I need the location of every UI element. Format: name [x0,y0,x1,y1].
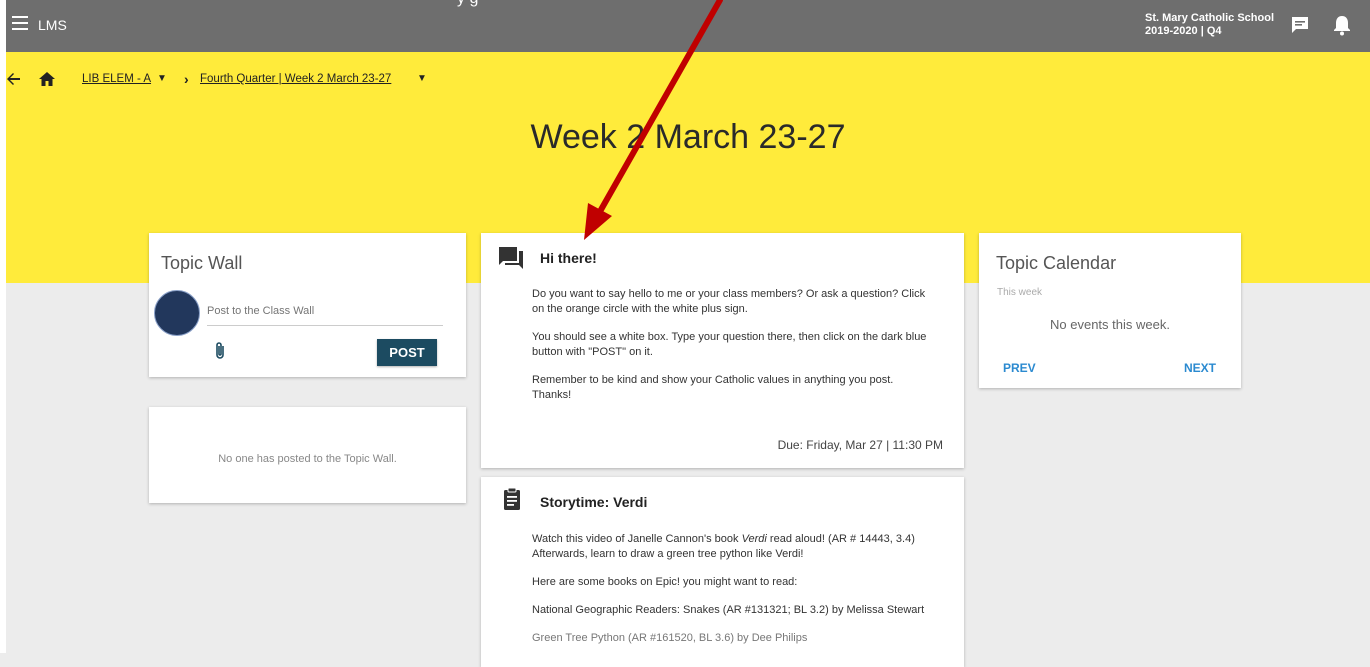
app-name[interactable]: LMS [38,17,67,33]
school-term: 2019-2020 | Q4 [1145,25,1222,37]
book-title: Verdi [741,533,767,545]
post-due-date: Due: Friday, Mar 27 | 11:30 PM [777,438,943,452]
post-paragraph: You should see a white box. Type your qu… [532,331,927,358]
calendar-subtitle: This week [997,287,1043,298]
avatar [154,290,200,336]
school-info[interactable]: St. Mary Catholic School 2019-2020 | Q4 [1145,12,1274,38]
assignment-icon [504,487,520,510]
post-paragraph: Here are some books on Epic! you might w… [532,576,798,588]
topic-post-card[interactable]: Hi there! Do you want to say hello to me… [481,233,964,468]
empty-wall-message: No one has posted to the Topic Wall. [218,453,397,465]
chevron-right-icon: › [184,71,189,87]
post-title[interactable]: Hi there! [540,250,597,266]
calendar-title: Topic Calendar [996,253,1117,273]
left-edge [0,0,6,653]
chevron-down-icon[interactable]: ▼ [417,73,427,84]
post-body: Watch this video of Janelle Cannon's boo… [532,532,934,659]
page-title: Week 2 March 23-27 [530,118,846,156]
topic-wall-title: Topic Wall [161,253,243,273]
breadcrumb-course[interactable]: LIB ELEM - A [82,73,151,85]
forum-icon [499,247,523,269]
calendar-empty-message: No events this week. [1050,317,1170,332]
home-icon[interactable] [38,70,56,88]
post-paragraph: Do you want to say hello to me or your c… [532,288,926,315]
top-app-bar: LMS St. Mary Catholic School 2019-2020 |… [6,0,1370,52]
post-paragraph: Watch this video of Janelle Cannon's boo… [532,532,934,562]
calendar-next-button[interactable]: NEXT [1184,361,1216,375]
chat-icon[interactable] [1290,15,1310,35]
chevron-down-icon[interactable]: ▼ [157,73,167,84]
bell-icon[interactable] [1332,14,1352,36]
topic-post-card[interactable]: Storytime: Verdi Watch this video of Jan… [481,477,964,667]
topic-calendar-card: Topic Calendar This week No events this … [979,233,1241,388]
post-paragraph: Remember to be kind and show your Cathol… [532,374,894,401]
breadcrumb-topic[interactable]: Fourth Quarter | Week 2 March 23-27 [200,73,391,85]
calendar-prev-button[interactable]: PREV [1003,361,1036,375]
post-body: Do you want to say hello to me or your c… [532,287,934,416]
wall-post-input[interactable] [207,305,443,326]
back-arrow-icon[interactable] [6,71,22,87]
post-text: Watch this video of Janelle Cannon's boo… [532,533,742,545]
post-paragraph: National Geographic Readers: Snakes (AR … [532,604,925,616]
school-name: St. Mary Catholic School [1145,12,1274,24]
hamburger-icon[interactable] [12,16,28,30]
post-paragraph: Green Tree Python (AR #161520, BL 3.6) b… [532,632,808,644]
topic-wall-posts-card: No one has posted to the Topic Wall. [149,407,466,503]
overlay-partial-text: y g [457,0,478,8]
post-button[interactable]: POST [377,339,437,366]
post-title[interactable]: Storytime: Verdi [540,494,647,510]
paperclip-icon[interactable] [213,341,227,361]
topic-wall-card: Topic Wall POST [149,233,466,377]
